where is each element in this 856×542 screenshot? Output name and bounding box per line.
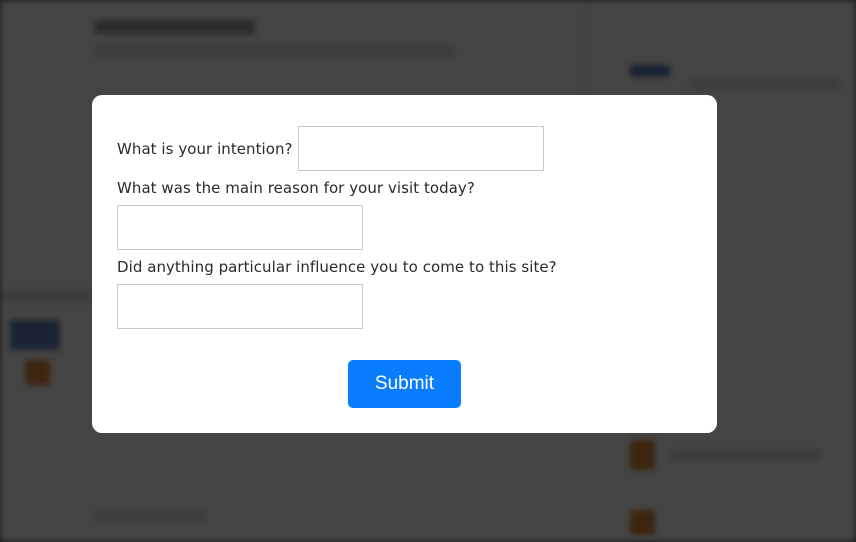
- question-2-row: What was the main reason for your visit …: [117, 179, 692, 250]
- question-2-label: What was the main reason for your visit …: [117, 179, 475, 197]
- question-3-row: Did anything particular influence you to…: [117, 258, 692, 329]
- question-1-label: What is your intention?: [117, 139, 293, 158]
- influence-input[interactable]: [117, 284, 363, 329]
- question-1-row: What is your intention?: [117, 126, 692, 171]
- question-3-label: Did anything particular influence you to…: [117, 258, 557, 276]
- intention-input[interactable]: [297, 126, 544, 171]
- submit-button[interactable]: Submit: [348, 360, 461, 408]
- submit-container: Submit: [92, 360, 717, 408]
- survey-modal: What is your intention? What was the mai…: [92, 95, 717, 433]
- visit-reason-input[interactable]: [117, 205, 363, 250]
